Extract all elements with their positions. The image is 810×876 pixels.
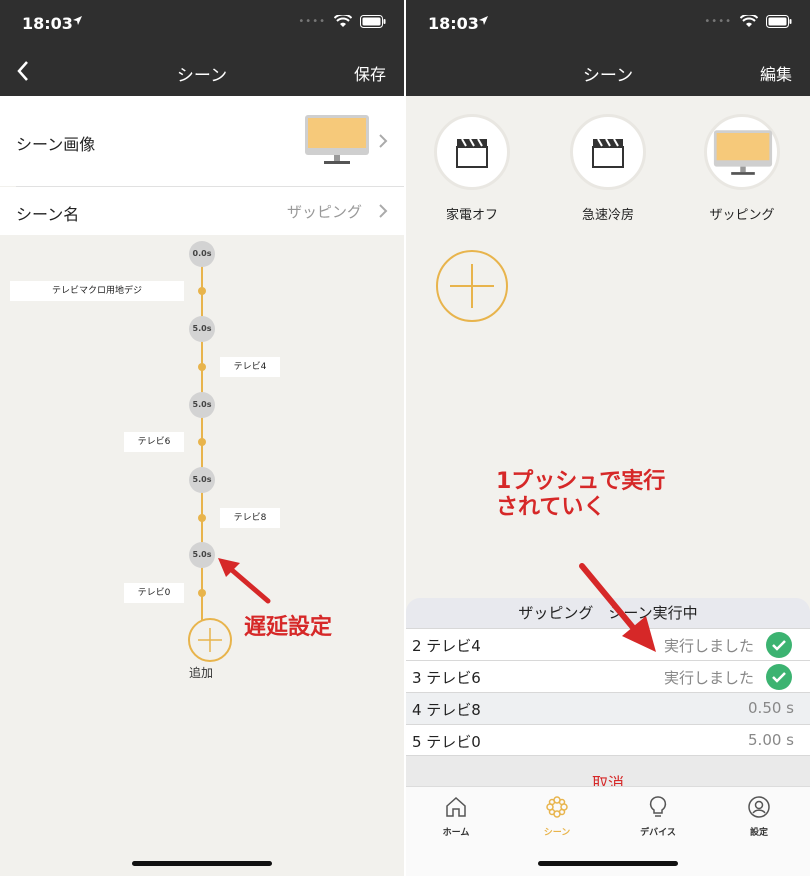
delay-badge[interactable]: 5.0s [189, 392, 215, 418]
chevron-right-icon [379, 204, 388, 218]
bulb-icon [649, 796, 667, 817]
save-button[interactable]: 保存 [354, 61, 386, 85]
annotation-delay-setting: 遅延設定 [244, 615, 333, 640]
delay-badge[interactable]: 5.0s [189, 316, 215, 342]
timeline-dot [198, 438, 206, 446]
location-arrow-icon [73, 16, 82, 25]
tab-scene[interactable]: シーン [507, 795, 607, 838]
plus-icon [198, 628, 222, 652]
timeline-dot [198, 589, 206, 597]
wifi-icon [740, 15, 758, 27]
cancel-label: 取消 [591, 774, 624, 786]
tv-thumbnail-icon [305, 115, 369, 164]
scene-edit-screen: 18:03 •••• シーン 保存 シーン画像 シーン名 ザッピング 0.0s … [0, 0, 404, 876]
scene-image-label: シーン画像 [16, 135, 96, 154]
nav-title: シーン [582, 66, 634, 86]
exec-row: 3 テレビ6 実行しました [406, 660, 810, 692]
battery-icon [766, 15, 792, 28]
exec-step-name: 5 テレビ0 [412, 733, 481, 751]
home-indicator [538, 861, 678, 866]
scene-name-value: ザッピング [286, 203, 362, 221]
timeline-action[interactable]: テレビ0 [124, 583, 184, 603]
scene-tile-zapping[interactable] [704, 114, 780, 190]
add-label: 追加 [189, 666, 214, 680]
add-step-button[interactable] [188, 618, 232, 662]
exec-row: 5 テレビ0 5.00 s [406, 724, 810, 756]
tab-label: 設定 [749, 828, 768, 838]
tab-device[interactable]: デバイス [608, 795, 708, 838]
scene-name-label: シーン名 [16, 205, 80, 224]
scene-list-screen: 18:03 •••• シーン 編集 家電オフ 急速冷房 ザッピング 1プッシュで… [406, 0, 810, 876]
location-arrow-icon [479, 16, 488, 25]
annotation-one-push: 1プッシュで実行 [496, 469, 666, 494]
timeline-dot [198, 514, 206, 522]
exec-step-countdown: 0.50 s [748, 699, 794, 717]
nav-title: シーン [176, 66, 228, 86]
nav-bar: シーン 保存 [0, 48, 404, 96]
delay-badge[interactable]: 0.0s [189, 241, 215, 267]
check-icon [766, 664, 792, 690]
tab-label: デバイス [640, 828, 676, 838]
timeline-action[interactable]: テレビマクロ用地デジ [10, 281, 184, 301]
tab-label: ホーム [442, 828, 470, 838]
exec-row: 4 テレビ8 0.50 s [406, 692, 810, 724]
exec-step-status: 実行しました [663, 637, 754, 655]
annotation-arrow-icon [218, 558, 271, 604]
exec-step-name: 4 テレビ8 [412, 701, 481, 719]
scene-tile-quick-cooling[interactable] [570, 114, 646, 190]
clapperboard-icon [456, 138, 488, 168]
timeline-action[interactable]: テレビ6 [124, 432, 184, 452]
signal-dots-icon: •••• [704, 16, 732, 27]
scene-flower-icon [546, 796, 568, 818]
edit-button[interactable]: 編集 [760, 61, 792, 85]
status-time: 18:03 [22, 14, 73, 33]
tv-icon [713, 130, 773, 175]
delay-badge[interactable]: 5.0s [189, 542, 215, 568]
timeline-action[interactable]: テレビ4 [220, 357, 280, 377]
tab-home[interactable]: ホーム [406, 795, 506, 838]
clapperboard-icon [592, 138, 624, 168]
annotation-executed: されていく [496, 495, 606, 520]
add-scene-button[interactable] [436, 250, 508, 322]
home-icon [446, 796, 466, 817]
scene-label: 急速冷房 [581, 208, 634, 223]
chevron-right-icon [379, 134, 388, 148]
timeline-dot [198, 287, 206, 295]
status-time: 18:03 [428, 14, 479, 33]
scene-label: 家電オフ [445, 208, 498, 223]
delay-badge[interactable]: 5.0s [189, 467, 215, 493]
scene-image-row[interactable]: シーン画像 [0, 96, 404, 186]
status-indicators: •••• [298, 15, 386, 28]
status-bar: 18:03 •••• [0, 0, 404, 48]
plus-icon [450, 264, 494, 308]
cancel-button[interactable]: 取消 [406, 756, 810, 786]
status-bar: 18:03 •••• [406, 0, 810, 48]
signal-dots-icon: •••• [298, 16, 326, 27]
annotation-arrow-icon [579, 563, 656, 652]
home-indicator [132, 861, 272, 866]
wifi-icon [334, 15, 352, 27]
scene-name-row[interactable]: シーン名 ザッピング [0, 187, 404, 235]
timeline-dot [198, 363, 206, 371]
timeline-action[interactable]: テレビ8 [220, 508, 280, 528]
battery-icon [360, 15, 386, 28]
check-icon [766, 632, 792, 658]
exec-step-countdown: 5.00 s [748, 731, 794, 749]
scene-label: ザッピング [709, 208, 775, 223]
status-indicators: •••• [704, 15, 792, 28]
exec-step-status: 実行しました [663, 669, 754, 687]
nav-bar: シーン 編集 [406, 48, 810, 96]
tab-label: シーン [543, 828, 571, 838]
exec-step-name: 3 テレビ6 [412, 669, 481, 687]
exec-step-name: 2 テレビ4 [412, 637, 481, 655]
scene-tile-appliances-off[interactable] [434, 114, 510, 190]
user-settings-icon [748, 796, 770, 818]
tab-settings[interactable]: 設定 [709, 795, 809, 838]
